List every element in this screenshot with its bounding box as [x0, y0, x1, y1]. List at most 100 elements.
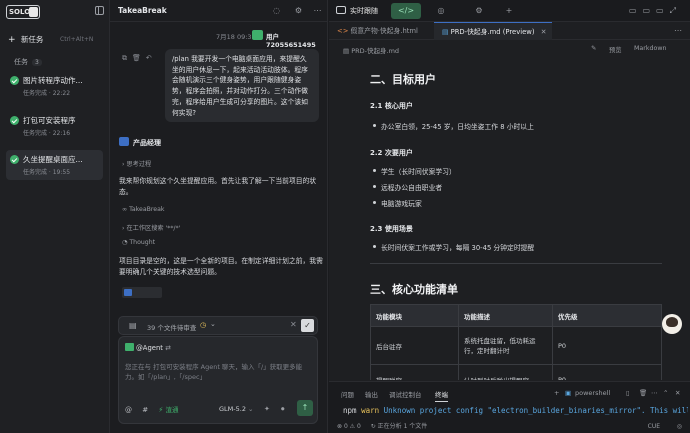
problem-counts[interactable]: 0 ⚠ 0 — [344, 423, 361, 430]
tasks-count-badge: 3 — [32, 59, 42, 66]
tab-terminal[interactable]: 终端 — [435, 389, 448, 402]
close-icon[interactable]: ✕ — [290, 320, 297, 329]
edit-icon[interactable]: ✎ — [591, 45, 596, 52]
more-icon[interactable]: ⋯ — [651, 389, 658, 397]
solo-logo: SOLO — [6, 5, 40, 19]
more-icon[interactable]: ⋯ — [674, 26, 682, 35]
add-terminal-icon[interactable]: + — [554, 389, 559, 397]
analysis-status: 正在分析 1 个文件 — [377, 423, 428, 430]
feature-table: 功能模块 功能描述 优先级 后台驻存 系统托盘驻留，低功耗运行，定时翻计时 P0… — [370, 304, 662, 380]
task-item[interactable]: 图片转程序动作... 任务完成 · 22:22 — [6, 71, 103, 101]
table-row: 后台驻存 系统托盘驻留，低功耗运行，定时翻计时 P0 — [370, 326, 662, 365]
table-cell: 后台驻存 — [370, 326, 459, 365]
message-composer[interactable]: @Agent ⇄ 您正在与 打包可安装程序 Agent 聊天，输入「/」获取更多… — [118, 336, 318, 424]
mode-icon[interactable]: ⚡ — [158, 406, 163, 414]
accept-button[interactable]: ✓ — [301, 319, 314, 332]
tool-call-item[interactable]: ◔ Thought — [122, 239, 155, 246]
tab-debug-console[interactable]: 调试控制台 — [389, 389, 422, 399]
settings-tab[interactable]: ⚙ — [464, 3, 494, 19]
chat-input[interactable]: 您正在与 打包可安装程序 Agent 聊天，输入「/」获取更多能力。如「/pla… — [125, 362, 315, 382]
trash-icon[interactable]: 🗑 — [639, 389, 647, 397]
more-icon[interactable]: ⋯ — [313, 6, 322, 15]
agent-avatar-icon — [119, 137, 129, 146]
add-tab-button[interactable]: + — [494, 3, 524, 19]
embedded-widget[interactable] — [122, 287, 162, 298]
maximize-icon[interactable]: ⤢ — [670, 6, 682, 15]
list-item: 学生（长时间伏案学习） — [373, 168, 456, 176]
message-actions: ⧉🗑↶ — [122, 54, 157, 63]
maximize-icon[interactable]: ⌃ — [663, 389, 668, 397]
tab-output[interactable]: 输出 — [365, 389, 378, 399]
swap-icon: ⇄ — [165, 344, 171, 352]
list-item: 远程办公自由职业者 — [372, 184, 443, 192]
task-title: 图片转程序动作... — [23, 76, 83, 85]
table-cell: P0 — [552, 326, 662, 365]
shortcut-hint: Ctrl+Alt+N — [60, 36, 94, 43]
chat-bubble-icon[interactable]: ◌ — [272, 6, 281, 15]
sidebar-toggle-icon[interactable] — [95, 6, 104, 15]
app-window: SOLO + 新任务 Ctrl+Alt+N 任务 3 图片转程序动作... 任务完… — [0, 0, 690, 433]
hash-icon[interactable]: # — [142, 406, 148, 414]
assistant-avatar[interactable] — [662, 314, 682, 334]
undo-icon[interactable]: ↶ — [146, 54, 157, 62]
user-message-bubble: /plan 我要开发一个电脑桌面应用，来提醒久坐的用户休息一下，起来活动活动肢体… — [165, 49, 319, 122]
browser-tab[interactable]: ◎ — [426, 3, 456, 19]
context-bar[interactable]: ▤ 39 个文件待审查 ◷ ⌄ ✕ ✓ — [118, 316, 318, 335]
subsection-heading: 2.3 使用场景 — [370, 225, 413, 233]
code-tab[interactable]: </> — [391, 3, 421, 19]
task-title: 打包可安装程序 — [23, 116, 76, 125]
table-header: 功能模块 — [370, 304, 459, 327]
chevron-down-icon[interactable]: ⌄ — [210, 320, 216, 328]
task-item[interactable]: 打包可安装程序 任务完成 · 22:16 — [6, 111, 103, 141]
tasks-header: 任务 3 — [14, 57, 42, 67]
editor-toolbar: 实时跟随 </> ◎ ⚙ + ▭▭▭⤢ — [329, 0, 690, 22]
task-item-selected[interactable]: 久坐提醒桌面应... 任务完成 · 19:55 — [6, 150, 103, 180]
mode-label[interactable]: 渲通 — [166, 406, 179, 414]
bell-icon[interactable]: ◎ — [677, 420, 682, 433]
close-icon[interactable]: ✕ — [675, 389, 680, 397]
new-task-button[interactable]: + 新任务 Ctrl+Alt+N — [6, 31, 104, 48]
file-tab-html[interactable]: <> 假意产物·快起身.html — [329, 22, 434, 40]
check-icon — [10, 116, 19, 125]
send-button[interactable]: ↑ — [297, 400, 313, 416]
delete-icon[interactable]: 🗑 — [132, 54, 146, 62]
layout-left-icon[interactable]: ▭ — [629, 6, 643, 15]
agent-message: 项目目录是空的，这是一个全新的项目。在制定详细计划之前，我需要明确几个关键的技术… — [119, 257, 323, 276]
sparkle-icon[interactable]: ✦ — [264, 405, 270, 413]
microphone-icon[interactable]: ⏺ — [281, 405, 285, 414]
task-status: 任务完成 · 22:16 — [23, 130, 71, 137]
section-heading: 二、目标用户 — [370, 73, 436, 86]
error-icon[interactable]: ⊗ — [337, 423, 342, 430]
list-item: 长时间伏案工作或学习，每隔 30-45 分钟定时提醒 — [372, 244, 535, 252]
mention-icon[interactable]: @ — [125, 406, 132, 414]
file-tab-prd-preview[interactable]: ▤ PRD-快起身.md (Preview) ✕ — [434, 22, 552, 40]
split-icon[interactable]: ▯ — [626, 389, 630, 397]
markdown-toggle[interactable]: Markdown — [634, 45, 667, 52]
task-status: 任务完成 · 19:55 — [23, 169, 71, 176]
settings-icon[interactable]: ⚙ — [294, 6, 303, 15]
file-icon: ▤ — [129, 321, 137, 330]
widget-icon — [124, 289, 132, 296]
shell-selector[interactable]: powershell — [575, 389, 610, 397]
tool-call-item[interactable]: ∞ TakeaBreak — [122, 206, 164, 213]
tool-call-item[interactable]: › 在工作区搜索 '**/*' — [122, 223, 180, 232]
file-tabs: <> 假意产物·快起身.html ▤ PRD-快起身.md (Preview) … — [329, 22, 690, 40]
layout-bottom-icon[interactable]: ▭ — [642, 6, 656, 15]
project-title: TakeaBreak — [118, 6, 167, 15]
subsection-heading: 2.1 核心用户 — [370, 102, 413, 110]
thinking-toggle[interactable]: › 思考过程 — [122, 159, 151, 168]
file-icon: ▤ — [343, 47, 350, 55]
plus-icon: + — [8, 35, 16, 45]
encoding-label[interactable]: CUE — [648, 420, 660, 433]
divider — [370, 263, 662, 264]
tab-problems[interactable]: 问题 — [341, 389, 354, 399]
layout-right-icon[interactable]: ▭ — [656, 6, 670, 15]
model-selector[interactable]: GLM-5.2 ⌄ — [219, 405, 253, 413]
agent-selector[interactable]: @Agent ⇄ — [125, 343, 171, 352]
table-cell: 提醒弹窗 — [370, 364, 459, 380]
monitor-icon — [336, 6, 346, 14]
message-meta: 7月18 09:32 — [216, 31, 256, 41]
preview-toggle[interactable]: 预览 — [609, 45, 622, 54]
copy-icon[interactable]: ⧉ — [122, 54, 132, 62]
live-follow-button[interactable]: 实时跟随 — [336, 5, 378, 17]
